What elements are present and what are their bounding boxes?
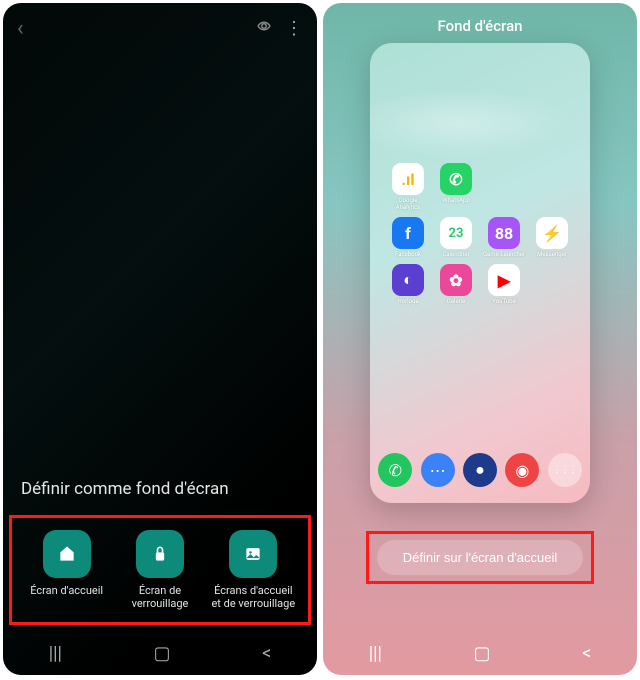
dock: ✆ ⋯ ● ◉ ⋮⋮⋮ <box>370 453 590 487</box>
picture-icon <box>243 544 263 564</box>
topbar: ‹ ⋮ <box>3 3 317 53</box>
dock-messages-icon[interactable]: ⋯ <box>421 453 455 487</box>
android-navbar: ||| ▢ < <box>3 631 317 675</box>
home-icon <box>57 544 77 564</box>
calendar-icon: 23 <box>440 217 472 249</box>
back-icon[interactable]: ‹ <box>17 16 24 41</box>
more-icon[interactable]: ⋮ <box>285 18 303 39</box>
messenger-icon: ⚡ <box>536 217 568 249</box>
dock-camera-icon[interactable]: ◉ <box>505 453 539 487</box>
game-launcher-icon: 88 <box>488 217 520 249</box>
dock-browser-icon[interactable]: ● <box>463 453 497 487</box>
app-messenger[interactable]: ⚡Messenger <box>530 217 574 258</box>
app-google-analytics[interactable]: .ılGoogle Analytics <box>386 163 430 211</box>
option-both-screens[interactable]: Écrans d'accueil et de verrouillage <box>211 530 296 610</box>
app-gallery[interactable]: ✿Galerie <box>434 264 478 305</box>
motion-effect-icon[interactable] <box>255 17 273 39</box>
wallpaper-target-options: Écran d'accueil Écran de verrouillage Éc… <box>16 522 304 618</box>
app-youtube[interactable]: ▶YouTube <box>482 264 526 305</box>
lock-icon <box>150 544 170 564</box>
analytics-icon: .ıl <box>392 163 424 195</box>
nav-home[interactable]: ▢ <box>474 643 491 664</box>
option-home-screen[interactable]: Écran d'accueil <box>24 530 109 610</box>
facebook-icon: f <box>392 217 424 249</box>
nav-home[interactable]: ▢ <box>154 643 171 664</box>
page-title: Fond d'écran <box>437 3 522 43</box>
dock-apps-icon[interactable]: ⋮⋮⋮ <box>548 453 582 487</box>
tutorial-highlight-left: Écran d'accueil Écran de verrouillage Éc… <box>9 515 311 625</box>
app-facebook[interactable]: fFacebook <box>386 217 430 258</box>
app-game-launcher[interactable]: 88Game Launcher <box>482 217 526 258</box>
sheet-title: Définir comme fond d'écran <box>3 479 317 509</box>
android-navbar: ||| ▢ < <box>323 631 637 675</box>
whatsapp-icon: ✆ <box>440 163 472 195</box>
tutorial-highlight-right: Définir sur l'écran d'accueil <box>366 531 595 584</box>
right-screenshot: Fond d'écran .ılGoogle Analytics ✆WhatsA… <box>323 3 637 675</box>
youtube-icon: ▶ <box>488 264 520 296</box>
nav-back[interactable]: < <box>262 643 271 664</box>
apps-row-1: .ılGoogle Analytics ✆WhatsApp <box>370 163 590 211</box>
home-screen-preview: .ılGoogle Analytics ✆WhatsApp fFacebook … <box>370 43 590 503</box>
app-whatsapp[interactable]: ✆WhatsApp <box>434 163 478 211</box>
app-calendar[interactable]: 23Calendrier <box>434 217 478 258</box>
nav-back[interactable]: < <box>582 643 591 664</box>
app-clock[interactable]: ◐Horloge <box>386 264 430 305</box>
nav-recent[interactable]: ||| <box>369 643 382 664</box>
apps-row-3: ◐Horloge ✿Galerie ▶YouTube <box>370 264 590 305</box>
clock-icon: ◐ <box>392 264 424 296</box>
gallery-icon: ✿ <box>440 264 472 296</box>
dock-phone-icon[interactable]: ✆ <box>378 453 412 487</box>
option-lock-screen[interactable]: Écran de verrouillage <box>117 530 202 610</box>
left-screenshot: ‹ ⋮ Définir comme fond d'écran Écran d'a… <box>3 3 317 675</box>
set-wallpaper-button[interactable]: Définir sur l'écran d'accueil <box>377 540 584 575</box>
apps-row-2: fFacebook 23Calendrier 88Game Launcher ⚡… <box>370 217 590 258</box>
nav-recent[interactable]: ||| <box>49 643 62 664</box>
wallpaper-swirl <box>370 83 590 163</box>
